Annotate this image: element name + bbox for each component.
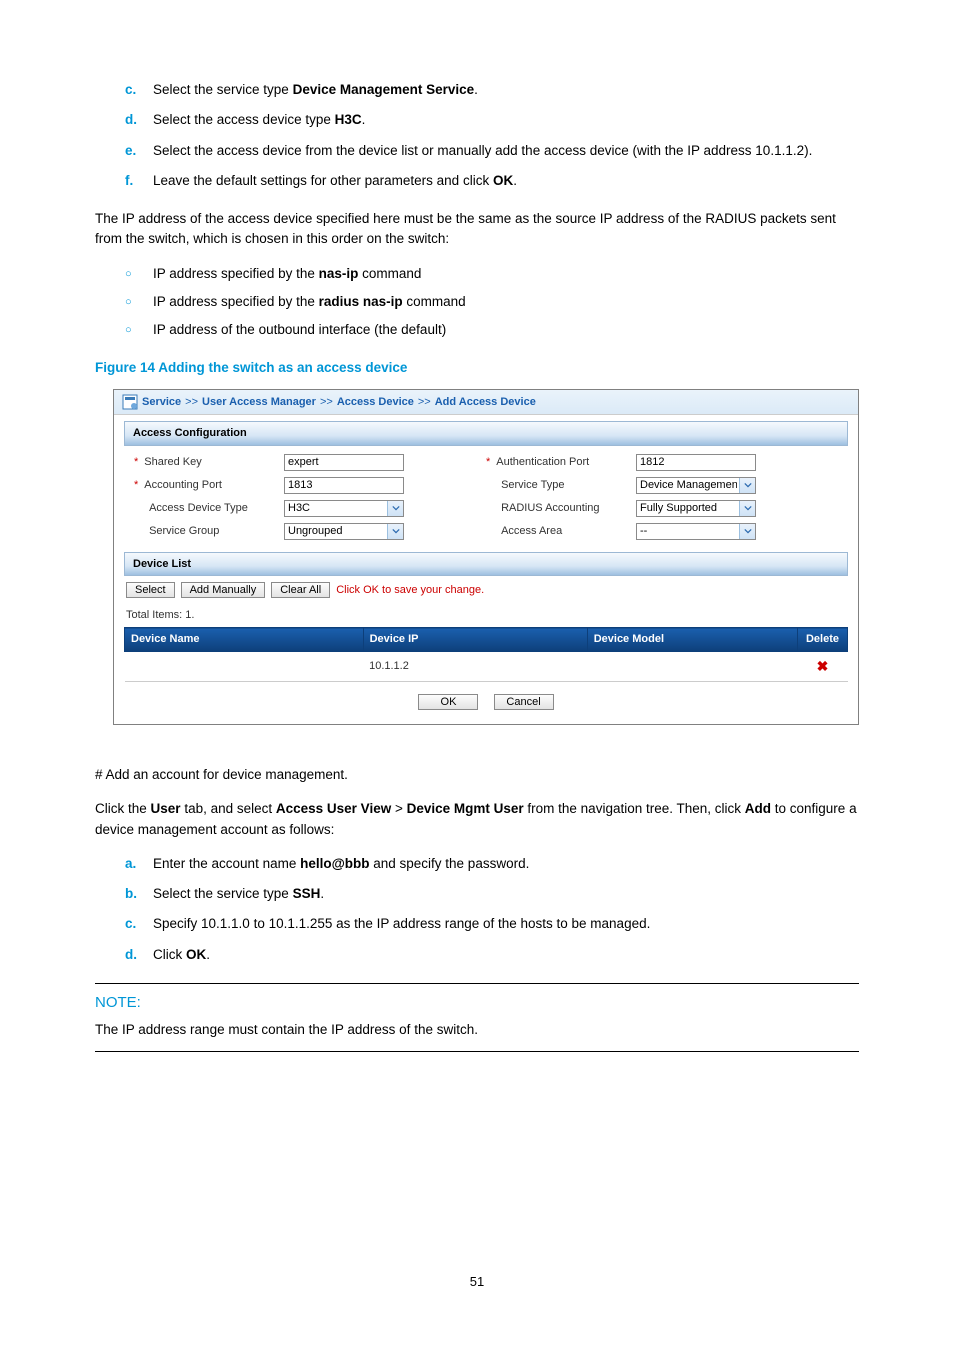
label-accounting-port: Accounting Port: [134, 477, 284, 494]
breadcrumb-sep: >>: [320, 394, 333, 411]
hint-text: Click OK to save your change.: [336, 582, 484, 599]
list-marker: c.: [125, 80, 153, 100]
list-text: IP address specified by the radius nas-i…: [153, 292, 859, 312]
ok-button[interactable]: OK: [418, 694, 478, 710]
list-text: IP address specified by the nas-ip comma…: [153, 264, 859, 284]
accounting-port-input[interactable]: [284, 477, 404, 494]
th-device-model: Device Model: [587, 628, 797, 652]
chevron-down-icon[interactable]: [739, 501, 755, 516]
list-item: d. Click OK.: [95, 945, 859, 965]
device-table: Device Name Device IP Device Model Delet…: [124, 627, 848, 682]
add-manually-button[interactable]: Add Manually: [181, 582, 266, 598]
auth-port-input[interactable]: [636, 454, 756, 471]
section-header: Access Configuration: [124, 421, 848, 446]
label-auth-port: Authentication Port: [486, 454, 636, 471]
list-item: c. Specify 10.1.1.0 to 10.1.1.255 as the…: [95, 914, 859, 934]
button-bar: Select Add Manually Clear All Click OK t…: [124, 576, 848, 603]
label-radius-accounting: RADIUS Accounting: [486, 500, 636, 517]
list-marker: d.: [125, 110, 153, 130]
list-text: Select the service type SSH.: [153, 884, 859, 904]
list-marker: d.: [125, 945, 153, 965]
radius-accounting-select[interactable]: [636, 500, 756, 517]
breadcrumb-current: Add Access Device: [435, 394, 536, 411]
page-icon: [122, 394, 138, 410]
delete-icon[interactable]: ✖: [798, 651, 848, 681]
td-device-name: [125, 651, 364, 681]
chevron-down-icon[interactable]: [739, 478, 755, 493]
list-text: Select the service type Device Managemen…: [153, 80, 859, 100]
label-shared-key: Shared Key: [134, 454, 284, 471]
td-device-ip: 10.1.1.2: [363, 651, 587, 681]
list-text: Leave the default settings for other par…: [153, 171, 859, 191]
label-access-area: Access Area: [486, 523, 636, 540]
access-config-section: Access Configuration Shared Key Accounti…: [124, 421, 848, 550]
list-item: ○ IP address specified by the nas-ip com…: [95, 264, 859, 284]
breadcrumb: Service >> User Access Manager >> Access…: [114, 390, 858, 416]
access-device-type-select[interactable]: [284, 500, 404, 517]
breadcrumb-sep: >>: [185, 394, 198, 411]
list-item: e. Select the access device from the dev…: [95, 141, 859, 161]
list-text: Click OK.: [153, 945, 859, 965]
config-grid: Shared Key Accounting Port Access Device…: [124, 446, 848, 550]
list-marker: a.: [125, 854, 153, 874]
shared-key-input[interactable]: [284, 454, 404, 471]
label-service-group: Service Group: [134, 523, 284, 540]
unordered-list: ○ IP address specified by the nas-ip com…: [95, 264, 859, 341]
total-items: Total Items: 1.: [124, 603, 848, 628]
clear-all-button[interactable]: Clear All: [271, 582, 330, 598]
breadcrumb-link[interactable]: User Access Manager: [202, 394, 316, 411]
dialog-footer: OK Cancel: [114, 682, 858, 725]
th-device-ip: Device IP: [363, 628, 587, 652]
paragraph: # Add an account for device management.: [95, 765, 859, 785]
list-text: Specify 10.1.1.0 to 10.1.1.255 as the IP…: [153, 914, 859, 934]
label-service-type: Service Type: [486, 477, 636, 494]
service-type-select[interactable]: [636, 477, 756, 494]
list-item: c. Select the service type Device Manage…: [95, 80, 859, 100]
list-text: Select the access device from the device…: [153, 141, 859, 161]
list-item: f. Leave the default settings for other …: [95, 171, 859, 191]
bullet-icon: ○: [125, 292, 153, 312]
th-device-name: Device Name: [125, 628, 364, 652]
list-text: Select the access device type H3C.: [153, 110, 859, 130]
list-item: ○ IP address specified by the radius nas…: [95, 292, 859, 312]
paragraph: The IP address of the access device spec…: [95, 209, 859, 250]
list-text: IP address of the outbound interface (th…: [153, 320, 859, 340]
note-heading: NOTE:: [95, 992, 859, 1015]
list-marker: c.: [125, 914, 153, 934]
chevron-down-icon[interactable]: [739, 524, 755, 539]
ordered-list-2: a. Enter the account name hello@bbb and …: [95, 854, 859, 965]
device-list-section: Device List Select Add Manually Clear Al…: [124, 552, 848, 682]
section-header: Device List: [124, 552, 848, 577]
list-text: Enter the account name hello@bbb and spe…: [153, 854, 859, 874]
figure-caption: Figure 14 Adding the switch as an access…: [95, 358, 859, 378]
select-button[interactable]: Select: [126, 582, 175, 598]
bullet-icon: ○: [125, 320, 153, 340]
paragraph: Click the User tab, and select Access Us…: [95, 799, 859, 840]
table-row: 10.1.1.2 ✖: [125, 651, 848, 681]
cancel-button[interactable]: Cancel: [494, 694, 554, 710]
access-area-select[interactable]: [636, 523, 756, 540]
embedded-screenshot: Service >> User Access Manager >> Access…: [113, 389, 859, 726]
th-delete: Delete: [798, 628, 848, 652]
bullet-icon: ○: [125, 264, 153, 284]
label-access-device-type: Access Device Type: [134, 500, 284, 517]
note-block: NOTE: The IP address range must contain …: [95, 983, 859, 1052]
list-marker: f.: [125, 171, 153, 191]
page-number: 51: [95, 1272, 859, 1292]
list-item: d. Select the access device type H3C.: [95, 110, 859, 130]
note-body: The IP address range must contain the IP…: [95, 1020, 859, 1040]
breadcrumb-link[interactable]: Service: [142, 394, 181, 411]
list-marker: b.: [125, 884, 153, 904]
breadcrumb-link[interactable]: Access Device: [337, 394, 414, 411]
list-item: a. Enter the account name hello@bbb and …: [95, 854, 859, 874]
ordered-list-1: c. Select the service type Device Manage…: [95, 80, 859, 191]
chevron-down-icon[interactable]: [387, 524, 403, 539]
list-marker: e.: [125, 141, 153, 161]
chevron-down-icon[interactable]: [387, 501, 403, 516]
td-device-model: [587, 651, 797, 681]
service-group-select[interactable]: [284, 523, 404, 540]
list-item: ○ IP address of the outbound interface (…: [95, 320, 859, 340]
breadcrumb-sep: >>: [418, 394, 431, 411]
list-item: b. Select the service type SSH.: [95, 884, 859, 904]
